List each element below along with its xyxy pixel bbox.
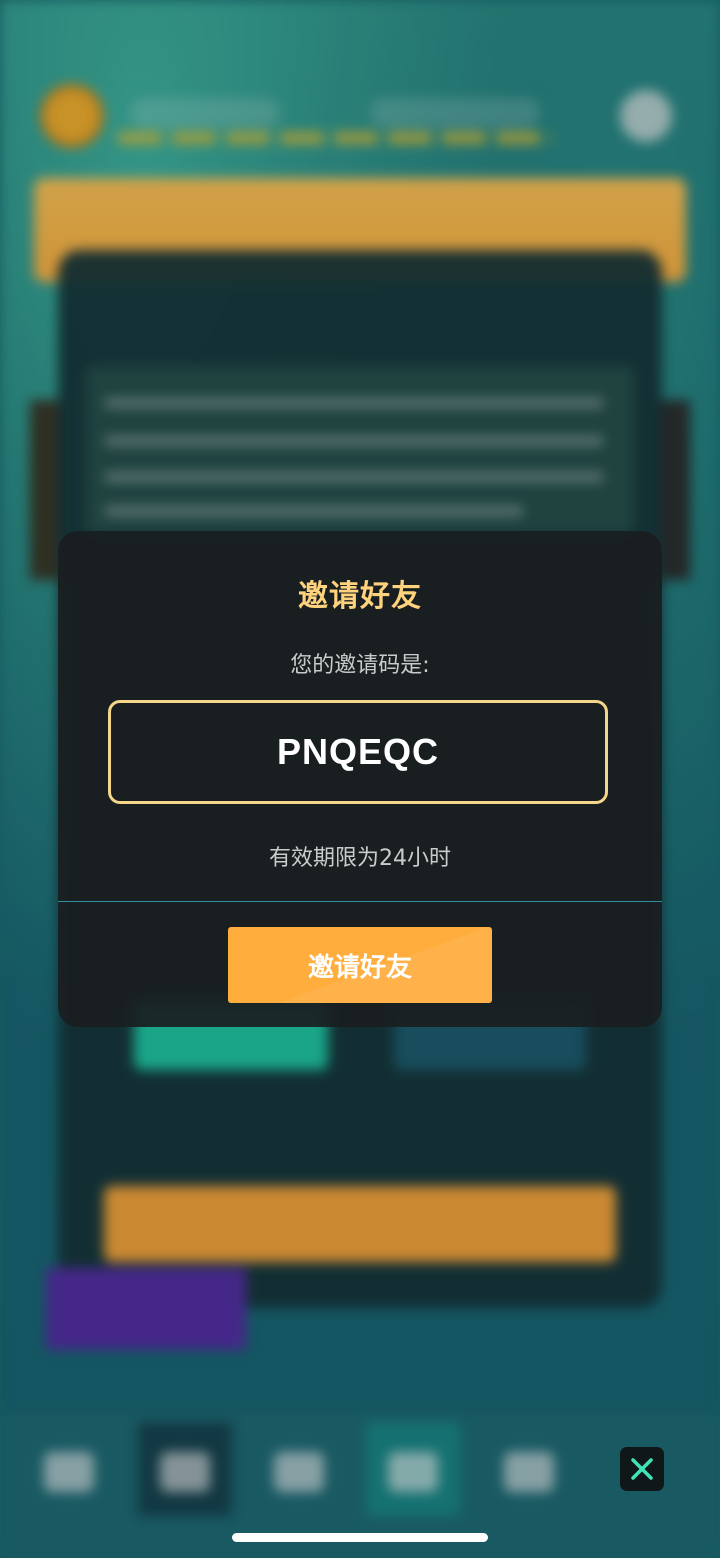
dialog-title: 邀请好友 xyxy=(298,579,422,614)
invite-friends-button[interactable]: 邀请好友 xyxy=(228,927,492,1003)
divider xyxy=(58,901,662,902)
invite-code-value: PNQEQC xyxy=(276,731,440,772)
invite-code-box[interactable]: PNQEQC xyxy=(108,700,608,804)
close-button[interactable] xyxy=(620,1447,664,1491)
close-icon xyxy=(631,1458,653,1480)
validity-text: 有效期限为24小时 xyxy=(269,846,451,871)
invite-code-label: 您的邀请码是: xyxy=(290,653,430,678)
home-indicator[interactable] xyxy=(232,1533,488,1542)
invite-friends-dialog: 邀请好友 您的邀请码是: PNQEQC 有效期限为24小时 邀请好友 xyxy=(58,531,662,1027)
